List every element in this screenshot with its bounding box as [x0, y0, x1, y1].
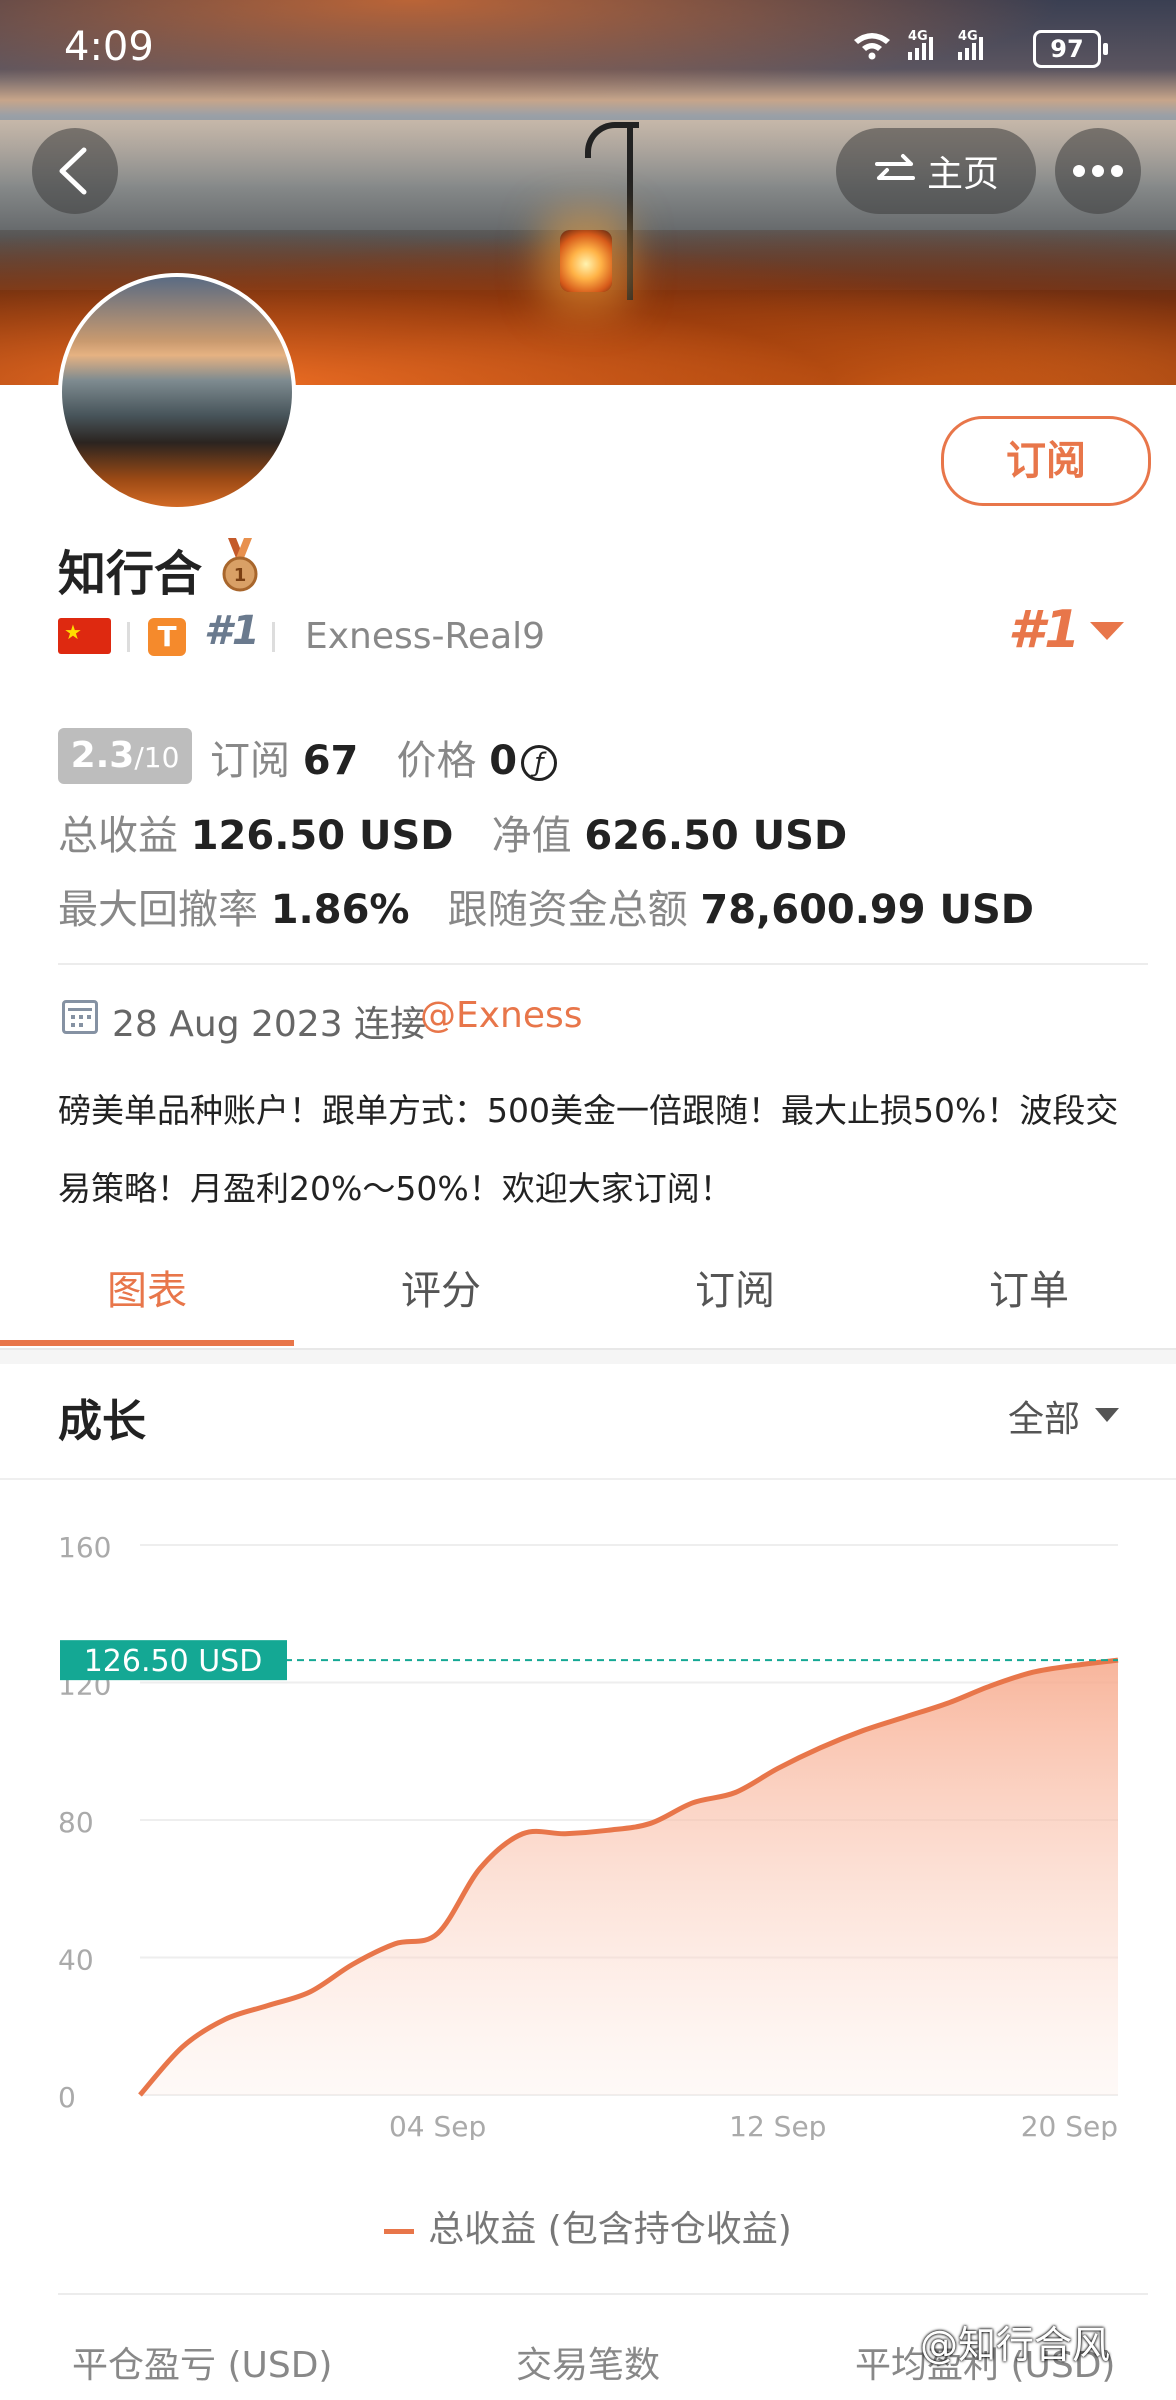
status-time: 4:09: [64, 24, 154, 70]
trade-count-label: 交易笔数: [516, 2345, 661, 2386]
subscribe-stat: 订阅 67 价格 0ƒ: [210, 728, 558, 786]
score-badge: 2.3/10: [58, 728, 192, 784]
active-tab-indicator: [0, 1340, 294, 1346]
series-area: [140, 1660, 1118, 2095]
tab-subscription[interactable]: 订阅: [588, 1258, 882, 1316]
range-filter[interactable]: 全部: [1008, 1390, 1080, 1442]
profile-description: 磅美单品种账户！跟单方式：500美金一倍跟随！最大止损50%！波段交易策略！月盈…: [58, 1091, 1119, 1208]
svg-text:4G: 4G: [958, 29, 978, 44]
tab-rating[interactable]: 评分: [294, 1258, 588, 1316]
battery-icon: 97: [1033, 30, 1108, 68]
svg-text:4G: 4G: [908, 29, 928, 44]
caret-down-icon[interactable]: [1095, 1408, 1119, 1422]
legend-label: 总收益 (包含持仓收益): [428, 2209, 792, 2250]
tab-orders[interactable]: 订单: [882, 1258, 1176, 1316]
rank-label: #1: [204, 608, 260, 654]
section-title: 成长: [58, 1396, 146, 1447]
subscribe-button[interactable]: 订阅: [941, 416, 1151, 506]
svg-text:1: 1: [234, 565, 247, 586]
rank-dropdown[interactable]: #1: [1008, 600, 1080, 660]
swap-arrows-icon: [874, 154, 915, 180]
server-name: Exness-Real9: [305, 616, 546, 657]
bronze-medal-icon: 1: [218, 538, 262, 594]
tab-chart[interactable]: 图表: [0, 1258, 294, 1316]
home-label: 主页: [926, 154, 999, 195]
growth-chart: 04080120160 04 Sep 12 Sep 20 Sep 126.50 US…: [58, 1531, 1119, 2140]
caret-down-icon[interactable]: [1090, 622, 1124, 640]
calendar-icon: [62, 1000, 98, 1034]
avatar[interactable]: [58, 273, 296, 511]
drawdown-stat: 最大回撤率 1.86% 跟随资金总额 78,600.99 USD: [58, 887, 1035, 933]
chevron-left-icon: [59, 147, 87, 195]
watermark: @知行合风: [920, 2323, 1111, 2367]
coin-icon: ƒ: [521, 745, 558, 781]
legend-swatch: [384, 2228, 415, 2234]
profile-name: 知行合: [58, 546, 203, 602]
y-tick-label: 40: [58, 1944, 94, 1977]
china-flag-icon: ★: [58, 618, 111, 654]
home-button[interactable]: 主页: [836, 128, 1036, 214]
connection-date: 28 Aug 2023 连接: [112, 1004, 427, 1045]
current-value-label: 126.50 USD: [84, 1644, 263, 1679]
y-tick-label: 80: [58, 1806, 94, 1839]
closed-pnl-label: 平仓盈亏 (USD): [72, 2345, 333, 2386]
chart-legend: 总收益 (包含持仓收益): [0, 2200, 1176, 2252]
back-button[interactable]: [32, 128, 118, 214]
profit-stat: 总收益 126.50 USD 净值 626.50 USD: [58, 813, 848, 859]
more-options-button[interactable]: [1055, 128, 1141, 214]
trader-badge: T: [148, 618, 186, 656]
x-tick-label: 04 Sep: [389, 2110, 486, 2140]
broker-link[interactable]: @Exness: [420, 995, 583, 1036]
signal-icons: 4G 4G: [850, 26, 1020, 73]
x-tick-label: 12 Sep: [729, 2110, 826, 2140]
x-tick-label: 20 Sep: [1021, 2110, 1118, 2140]
y-tick-label: 0: [58, 2081, 76, 2114]
y-tick-label: 160: [58, 1531, 111, 1564]
more-dots-icon: [1073, 165, 1123, 177]
